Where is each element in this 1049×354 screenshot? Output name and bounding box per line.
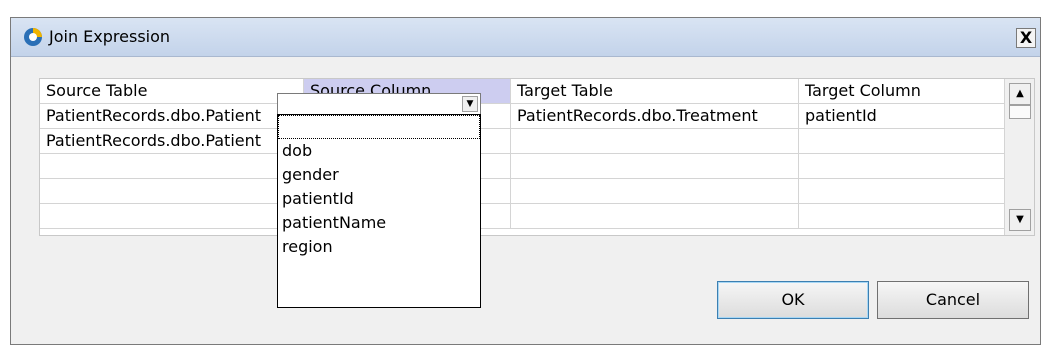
table-row: PatientRecords.dbo.Patient xyxy=(40,129,1005,154)
scroll-thumb[interactable] xyxy=(1009,105,1031,119)
vertical-scrollbar[interactable]: ▲ ▼ xyxy=(1004,79,1034,235)
window-title: Join Expression xyxy=(49,27,171,46)
app-logo-icon xyxy=(23,27,43,47)
grid-header-row: Source Table Source Column Target Table … xyxy=(40,79,1005,104)
cell-target-table[interactable] xyxy=(511,179,799,204)
header-target-column[interactable]: Target Column xyxy=(799,79,1005,104)
close-button[interactable]: X xyxy=(1016,28,1036,48)
cell-source-table[interactable]: PatientRecords.dbo.Patient xyxy=(40,104,304,129)
cell-target-table[interactable] xyxy=(511,129,799,154)
cell-target-table[interactable] xyxy=(511,204,799,229)
join-expression-dialog: Join Expression X Source Table Source Co… xyxy=(10,17,1041,345)
cell-target-column[interactable] xyxy=(799,179,1005,204)
scroll-up-arrow-icon[interactable]: ▲ xyxy=(1009,83,1031,105)
dropdown-option-region[interactable]: region xyxy=(278,235,480,259)
cell-target-column[interactable] xyxy=(799,129,1005,154)
chevron-down-icon[interactable]: ▼ xyxy=(462,96,478,112)
cell-source-table[interactable] xyxy=(40,179,304,204)
source-column-combo[interactable]: ▼ xyxy=(277,93,481,115)
scroll-down-arrow-icon[interactable]: ▼ xyxy=(1009,209,1031,231)
dropdown-option-patientid[interactable]: patientId xyxy=(278,187,480,211)
title-bar: Join Expression X xyxy=(11,18,1040,57)
cell-target-column[interactable]: patientId xyxy=(799,104,1005,129)
dropdown-option-gender[interactable]: gender xyxy=(278,163,480,187)
dropdown-option-empty[interactable] xyxy=(278,115,480,139)
table-row xyxy=(40,179,1005,204)
cell-target-table[interactable] xyxy=(511,154,799,179)
dropdown-option-patientname[interactable]: patientName xyxy=(278,211,480,235)
ok-button[interactable]: OK xyxy=(717,281,869,319)
cell-target-column[interactable] xyxy=(799,204,1005,229)
header-target-table[interactable]: Target Table xyxy=(511,79,799,104)
dropdown-option-dob[interactable]: dob xyxy=(278,139,480,163)
join-grid: Source Table Source Column Target Table … xyxy=(39,78,1035,236)
cell-target-table[interactable]: PatientRecords.dbo.Treatment xyxy=(511,104,799,129)
cell-source-table[interactable]: PatientRecords.dbo.Patient xyxy=(40,129,304,154)
cancel-button[interactable]: Cancel xyxy=(877,281,1029,319)
header-source-table[interactable]: Source Table xyxy=(40,79,304,104)
cell-source-table[interactable] xyxy=(40,204,304,229)
table-row: PatientRecords.dbo.Patient patientId Pat… xyxy=(40,104,1005,129)
cell-target-column[interactable] xyxy=(799,154,1005,179)
table-row xyxy=(40,154,1005,179)
cell-source-table[interactable] xyxy=(40,154,304,179)
table-row xyxy=(40,204,1005,229)
source-column-dropdown-list: dob gender patientId patientName region xyxy=(277,114,481,308)
